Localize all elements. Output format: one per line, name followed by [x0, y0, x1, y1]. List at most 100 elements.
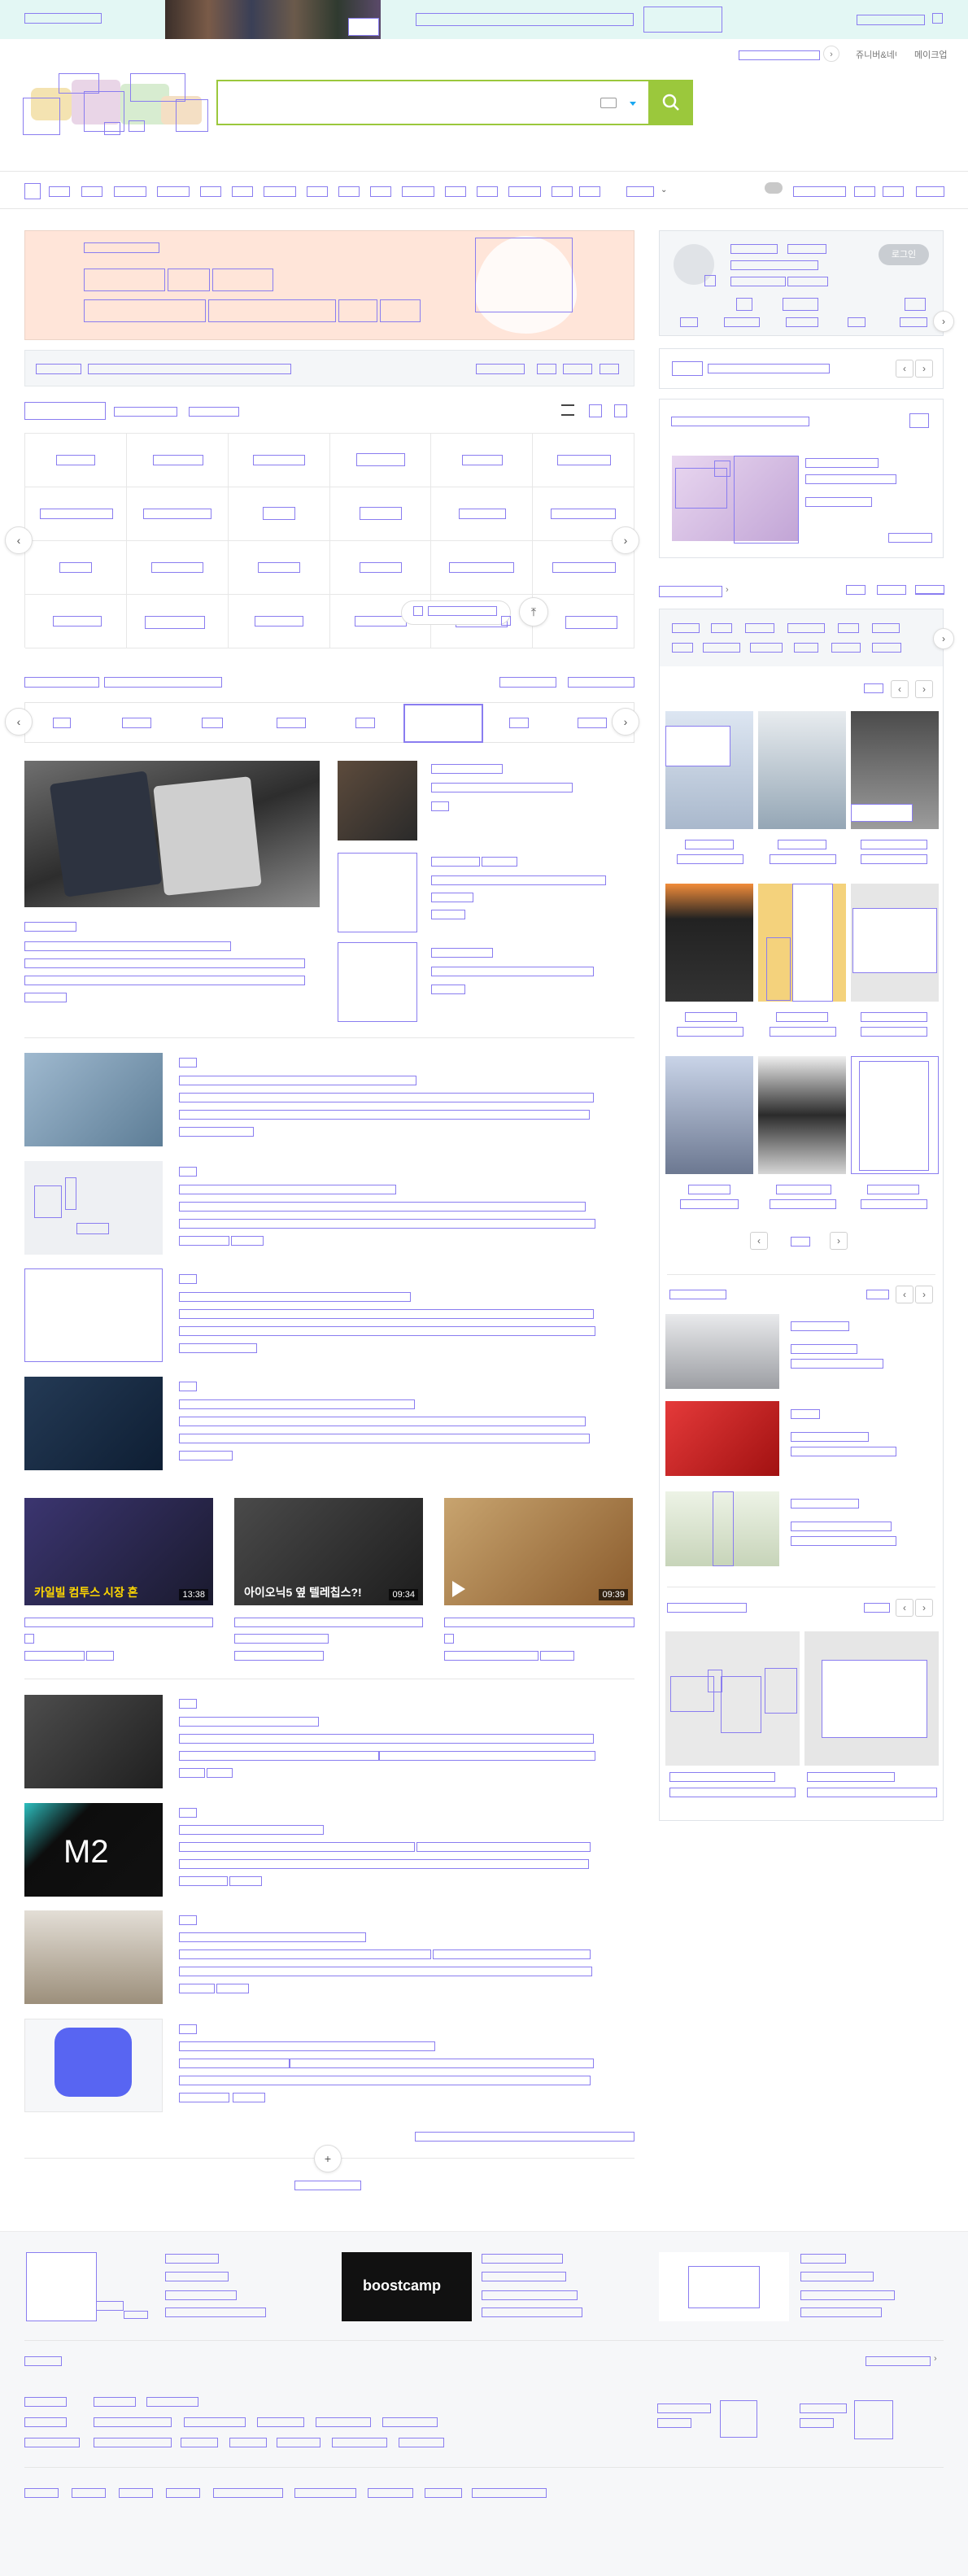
- footer-link-15[interactable]: [332, 2438, 387, 2447]
- footer-app-label-1[interactable]: [657, 2404, 711, 2413]
- footer-banner-3-text-1[interactable]: [800, 2254, 846, 2264]
- side-news-line-2[interactable]: [431, 893, 473, 902]
- footer-app-label-3[interactable]: [800, 2404, 847, 2413]
- ad-card-text-4[interactable]: [888, 533, 932, 543]
- deal-store-1[interactable]: [791, 1359, 883, 1369]
- shopping-section-3-title[interactable]: [667, 1603, 747, 1613]
- footer-banner-2-text-1[interactable]: [482, 2254, 563, 2264]
- shopping-title-arrow[interactable]: ›: [726, 585, 729, 595]
- keyword-9[interactable]: [750, 643, 783, 653]
- article-line-7b[interactable]: [433, 1949, 591, 1959]
- login-user-3[interactable]: [730, 260, 818, 270]
- news-tab-1[interactable]: [53, 718, 71, 728]
- news-tab-3[interactable]: [202, 718, 223, 728]
- nav-item-10[interactable]: [370, 186, 391, 197]
- shopping-prev[interactable]: ‹: [891, 680, 909, 698]
- side-news-image-1[interactable]: [338, 761, 417, 840]
- article-line-7a[interactable]: [179, 1949, 431, 1959]
- keyword-next[interactable]: ›: [933, 628, 954, 649]
- newsstand-tab-2[interactable]: [189, 407, 239, 417]
- nav-item-14[interactable]: [508, 186, 541, 197]
- video-meta-3[interactable]: [444, 1634, 454, 1644]
- footer-section-title[interactable]: [24, 2356, 62, 2366]
- more-news-link[interactable]: [415, 2132, 634, 2142]
- article-line-5b[interactable]: [179, 1751, 379, 1761]
- login-link-2[interactable]: [724, 317, 760, 327]
- grid-view-icon[interactable]: [589, 404, 602, 417]
- video-thumb-2[interactable]: 아이오닉5 옆 텔레칩스?! 09:34: [234, 1498, 423, 1605]
- keyword-1[interactable]: [672, 623, 700, 633]
- footer-banner-2-text-4[interactable]: [482, 2307, 582, 2317]
- footer-link-2[interactable]: [94, 2397, 136, 2407]
- video-title-3[interactable]: [444, 1618, 634, 1627]
- footer-link-13[interactable]: [229, 2438, 267, 2447]
- nav-item-16[interactable]: [579, 186, 600, 197]
- keyword-6[interactable]: [872, 623, 900, 633]
- pagination-prev[interactable]: [413, 606, 423, 616]
- footer-banner-2-image[interactable]: boostcamp: [342, 2252, 472, 2321]
- settings-view-icon[interactable]: [614, 404, 627, 417]
- product-name-5[interactable]: [776, 1012, 828, 1022]
- footer-banner-1-text-3[interactable]: [165, 2290, 237, 2300]
- product-price-3[interactable]: [861, 854, 927, 864]
- scroll-top-button[interactable]: ⤒: [519, 597, 548, 627]
- newsstand-cell[interactable]: [431, 434, 534, 487]
- article-meta-8b[interactable]: [233, 2093, 265, 2102]
- nav-item-4[interactable]: [157, 186, 190, 197]
- headline-title[interactable]: [24, 941, 231, 951]
- keyword-5[interactable]: [838, 623, 859, 633]
- footer-qr-2[interactable]: [854, 2400, 893, 2439]
- shopping-section-3-next[interactable]: ›: [915, 1599, 933, 1617]
- footer-bottom-4[interactable]: [166, 2488, 200, 2498]
- top-banner-close[interactable]: [932, 13, 943, 24]
- article-meta-2[interactable]: [179, 1236, 229, 1246]
- footer-bottom-8[interactable]: [425, 2488, 462, 2498]
- login-link-4[interactable]: [848, 317, 866, 327]
- article-line-6c[interactable]: [179, 1859, 589, 1869]
- article-line-6a[interactable]: [179, 1842, 415, 1852]
- article-image-1[interactable]: [24, 1053, 163, 1146]
- footer-link-5[interactable]: [94, 2417, 172, 2427]
- top-banner-title[interactable]: [416, 13, 634, 26]
- footer-app-label-2[interactable]: [657, 2418, 691, 2428]
- article-image-8[interactable]: [24, 2019, 163, 2112]
- util-arrow[interactable]: ›: [823, 46, 839, 62]
- footer-bottom-3[interactable]: [119, 2488, 153, 2498]
- ad-card-title[interactable]: [671, 417, 809, 426]
- headline-line-1[interactable]: [24, 958, 305, 968]
- ticker-link-3[interactable]: [563, 364, 592, 374]
- article-image-6[interactable]: M2: [24, 1803, 163, 1897]
- article-source-5[interactable]: [179, 1699, 197, 1709]
- footer-section-arrow[interactable]: ›: [934, 2354, 937, 2364]
- article-line-5c[interactable]: [379, 1751, 595, 1761]
- newsstand-cell[interactable]: [126, 541, 229, 595]
- article-meta-7b[interactable]: [216, 1984, 249, 1993]
- newsstand-cell[interactable]: [25, 434, 127, 487]
- top-banner-button[interactable]: [643, 7, 722, 33]
- footer-link-8[interactable]: [316, 2417, 371, 2427]
- newsstand-cell[interactable]: [25, 595, 127, 648]
- keyword-7[interactable]: [672, 643, 693, 653]
- side-news-title-1[interactable]: [431, 783, 573, 792]
- product-name-9[interactable]: [867, 1185, 919, 1194]
- article-title-3[interactable]: [179, 1292, 411, 1302]
- product-name-6[interactable]: [861, 1012, 927, 1022]
- autocomplete-toggle-icon[interactable]: [630, 102, 636, 106]
- article-line-3b[interactable]: [179, 1326, 595, 1336]
- newsstand-cell[interactable]: [228, 487, 330, 541]
- footer-banner-3-text-3[interactable]: [800, 2290, 895, 2300]
- newsstand-cell[interactable]: [533, 595, 634, 648]
- video-meta-1[interactable]: [24, 1634, 34, 1644]
- nav-item-12[interactable]: [445, 186, 466, 197]
- product-price-6[interactable]: [861, 1027, 927, 1037]
- weather-text-2[interactable]: [854, 186, 875, 197]
- deal-image-2[interactable]: [665, 1401, 779, 1476]
- article-line-1b[interactable]: [179, 1110, 590, 1120]
- side-news-meta-3[interactable]: [431, 985, 465, 994]
- login-link-1[interactable]: [680, 317, 698, 327]
- article-line-4b[interactable]: [179, 1434, 590, 1443]
- article-source-7[interactable]: [179, 1915, 197, 1925]
- newsstand-cell[interactable]: [228, 434, 330, 487]
- article-meta-6[interactable]: [179, 1876, 228, 1886]
- footer-bottom-7[interactable]: [368, 2488, 413, 2498]
